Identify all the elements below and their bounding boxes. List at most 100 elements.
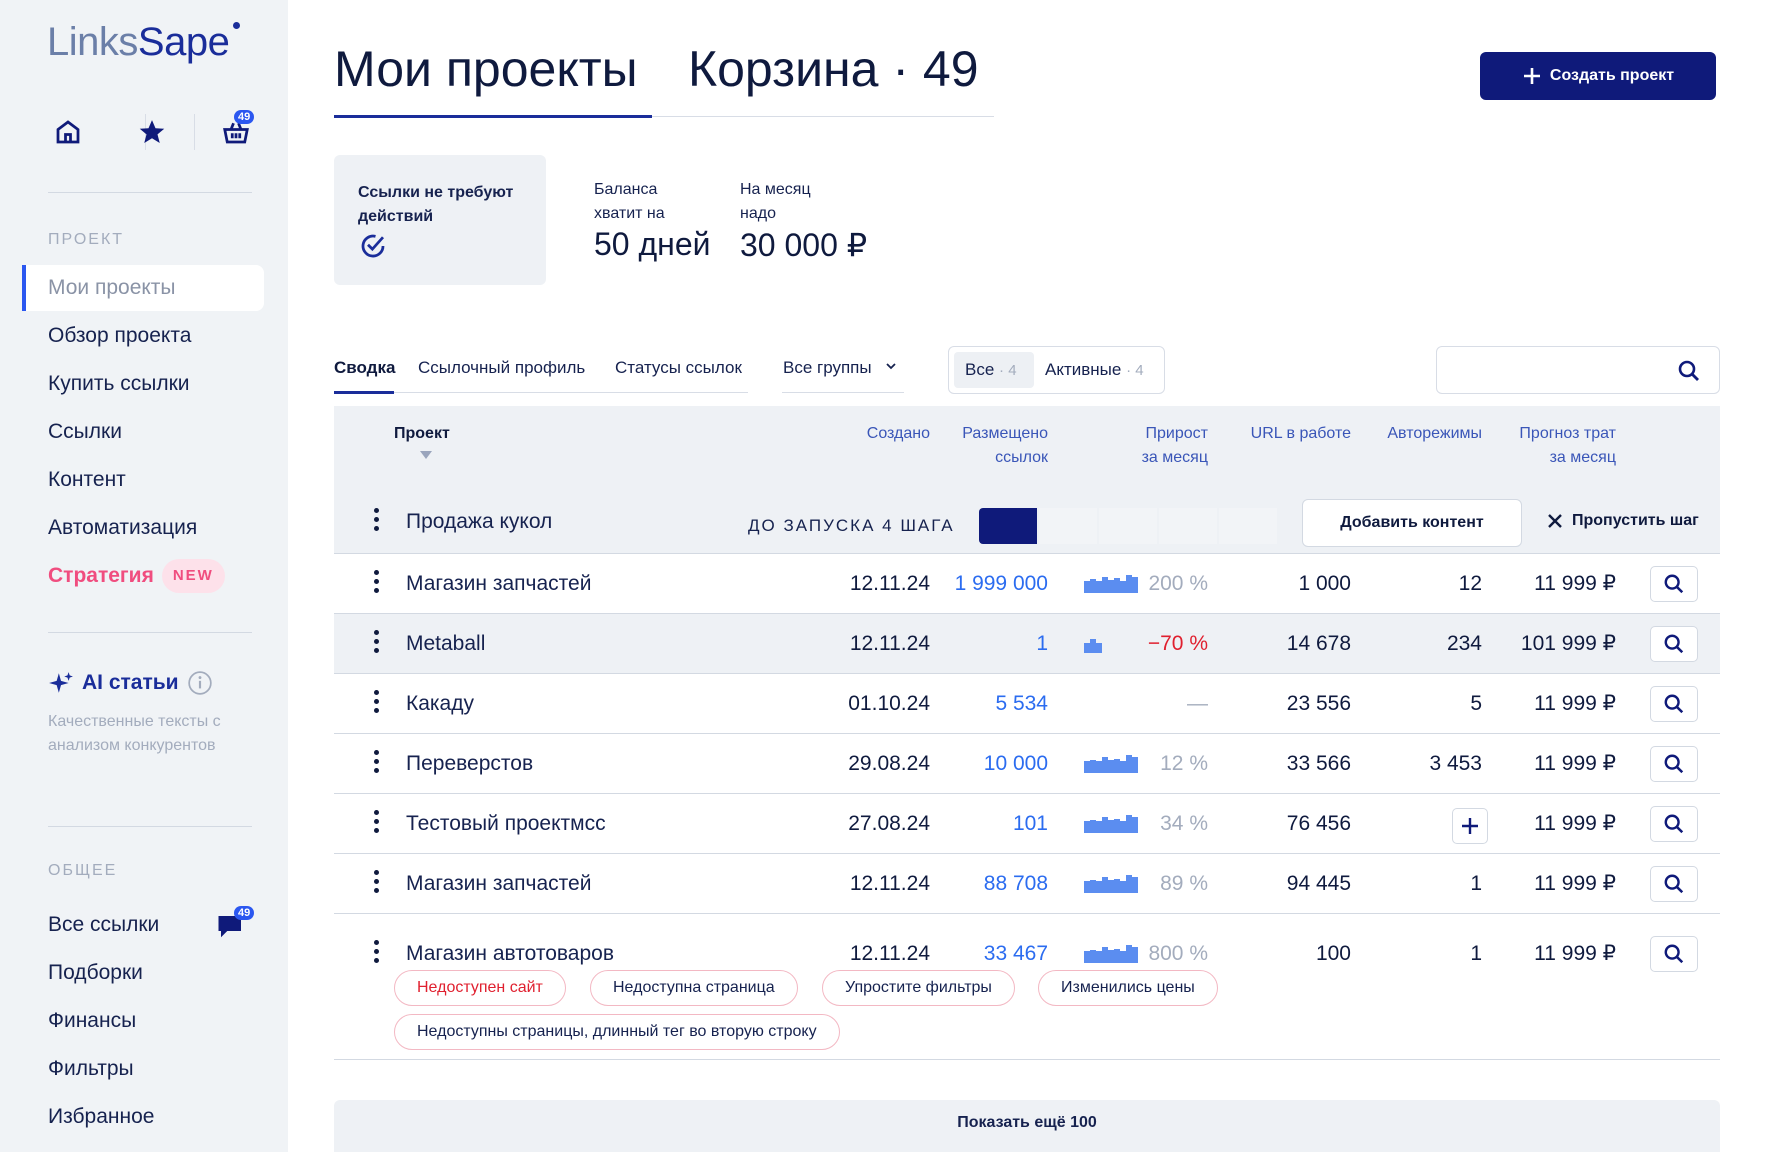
skip-step-button[interactable]: Пропустить шаг (1546, 512, 1699, 530)
create-project-button[interactable]: Создать проект (1480, 52, 1716, 100)
table-row[interactable]: Магазин автотоваров 12.11.24 33 467 800 … (334, 914, 1720, 1060)
issue-tag[interactable]: Недоступен сайт (394, 970, 566, 1006)
search-icon[interactable] (1677, 359, 1701, 383)
nav-strategy[interactable]: Стратегия NEW (22, 553, 264, 599)
placed-links[interactable]: 101 (1013, 810, 1048, 838)
basket-tab[interactable]: Корзина · 49 (688, 40, 979, 98)
row-search-button[interactable] (1650, 686, 1698, 722)
steps-progress (979, 508, 1277, 544)
skip-step-label: Пропустить шаг (1572, 512, 1699, 529)
col-auto[interactable]: Авторежимы (1387, 422, 1482, 446)
col-created[interactable]: Создано (867, 422, 930, 446)
row-menu-icon[interactable] (374, 508, 380, 535)
project-name[interactable]: Какаду (406, 690, 474, 718)
table-row[interactable]: Магазин запчастей 12.11.24 1 999 000 200… (334, 554, 1720, 614)
created-date: 12.11.24 (849, 872, 930, 895)
nav-links[interactable]: Ссылки (22, 409, 264, 455)
table-row[interactable]: Тестовый проектмсс 27.08.24 101 34 % 76 … (334, 794, 1720, 854)
created-date: 12.11.24 (849, 942, 930, 965)
home-icon[interactable] (48, 112, 88, 152)
placed-links[interactable]: 10 000 (984, 750, 1048, 778)
growth-value: 12 % (1160, 752, 1208, 775)
forecast: 101 999 ₽ (1520, 632, 1616, 655)
sort-desc-icon[interactable] (419, 450, 433, 460)
col-urls[interactable]: URL в работе (1251, 422, 1351, 446)
issue-tag[interactable]: Упростите фильтры (822, 970, 1015, 1006)
tab-link-profile[interactable]: Ссылочный профиль (418, 358, 585, 378)
placed-links[interactable]: 1 (1036, 630, 1048, 658)
project-name[interactable]: Магазин автотоваров (406, 940, 614, 968)
row-menu-icon[interactable] (374, 940, 380, 967)
row-menu-icon[interactable] (374, 630, 380, 657)
project-name[interactable]: Тестовый проектмсс (406, 810, 606, 838)
placed-links[interactable]: 5 534 (995, 690, 1048, 718)
row-search-button[interactable] (1650, 866, 1698, 902)
row-search-button[interactable] (1650, 746, 1698, 782)
row-search-button[interactable] (1650, 566, 1698, 602)
groups-select[interactable]: Все группы (783, 358, 898, 378)
filter-all[interactable]: Все · 4 (965, 360, 1017, 380)
ai-articles-link[interactable]: AI статьи (48, 670, 213, 696)
project-name[interactable]: Продажа кукол (406, 508, 552, 536)
add-auto-mode-button[interactable] (1452, 808, 1488, 844)
nav-project-overview[interactable]: Обзор проекта (22, 313, 264, 359)
page-title[interactable]: Мои проекты (334, 40, 638, 98)
nav-strategy-label: Стратегия (48, 564, 154, 587)
col-project[interactable]: Проект (394, 422, 450, 446)
month-value: 30 000 ₽ (740, 227, 868, 263)
star-icon[interactable] (132, 112, 172, 152)
nav-content[interactable]: Контент (22, 457, 264, 503)
row-menu-icon[interactable] (374, 810, 380, 837)
logo[interactable]: LinksSape (47, 20, 230, 65)
project-name[interactable]: Магазин запчастей (406, 870, 591, 898)
nav-buy-links[interactable]: Купить ссылки (22, 361, 264, 407)
row-search-button[interactable] (1650, 626, 1698, 662)
growth-sparkline (1084, 635, 1102, 653)
row-search-button[interactable] (1650, 936, 1698, 972)
issue-tag[interactable]: Изменились цены (1038, 970, 1218, 1006)
col-forecast[interactable]: Прогноз трат за месяц (1519, 422, 1616, 470)
placed-links[interactable]: 33 467 (984, 940, 1048, 968)
table-row[interactable]: Магазин запчастей 12.11.24 88 708 89 % 9… (334, 854, 1720, 914)
issue-tag[interactable]: Недоступна страница (590, 970, 798, 1006)
show-more-button[interactable]: Показать ещё 100 (334, 1100, 1720, 1152)
divider (48, 192, 252, 193)
search-input[interactable] (1436, 346, 1720, 394)
issue-tag[interactable]: Недоступны страницы, длинный тег во втор… (394, 1014, 840, 1050)
row-menu-icon[interactable] (374, 570, 380, 597)
onboarding-row: Продажа кукол ДО ЗАПУСКА 4 ШАГА Добавить… (334, 490, 1720, 554)
nav-collections[interactable]: Подборки (22, 950, 264, 996)
row-menu-icon[interactable] (374, 870, 380, 897)
nav-my-projects[interactable]: Мои проекты (22, 265, 264, 311)
sparkle-icon (49, 672, 73, 693)
col-growth[interactable]: Прирост за месяц (1142, 422, 1208, 470)
row-search-button[interactable] (1650, 806, 1698, 842)
status-filter: Все · 4 Активные · 4 (948, 346, 1165, 394)
placed-links[interactable]: 1 999 000 (955, 570, 1048, 598)
nav-filters[interactable]: Фильтры (22, 1046, 264, 1092)
nav-automation[interactable]: Автоматизация (22, 505, 264, 551)
project-name[interactable]: Переверстов (406, 750, 533, 778)
row-menu-icon[interactable] (374, 750, 380, 777)
project-name[interactable]: Metaball (406, 630, 485, 658)
search-icon (1664, 814, 1684, 834)
placed-links[interactable]: 88 708 (984, 870, 1048, 898)
project-name[interactable]: Магазин запчастей (406, 570, 591, 598)
info-icon[interactable] (187, 670, 213, 696)
created-date: 27.08.24 (848, 812, 930, 835)
tab-link-statuses[interactable]: Статусы ссылок (615, 358, 742, 378)
table-row[interactable]: Какаду 01.10.24 5 534 — 23 556 5 11 999 … (334, 674, 1720, 734)
row-menu-icon[interactable] (374, 690, 380, 717)
growth-sparkline (1084, 875, 1138, 893)
table-row[interactable]: Metaball 12.11.24 1 −70 % 14 678 234 101… (334, 614, 1720, 674)
nav-favorites[interactable]: Избранное (22, 1094, 264, 1140)
nav-finance[interactable]: Финансы (22, 998, 264, 1044)
growth-value: −70 % (1147, 632, 1208, 655)
growth-sparkline (1084, 755, 1138, 773)
filter-active[interactable]: Активные · 4 (1045, 360, 1144, 380)
table-row[interactable]: Переверстов 29.08.24 10 000 12 % 33 566 … (334, 734, 1720, 794)
auto-count: 234 (1446, 632, 1482, 655)
add-content-button[interactable]: Добавить контент (1302, 499, 1522, 547)
col-placed[interactable]: Размещено ссылок (962, 422, 1048, 470)
tab-summary[interactable]: Сводка (334, 358, 395, 378)
